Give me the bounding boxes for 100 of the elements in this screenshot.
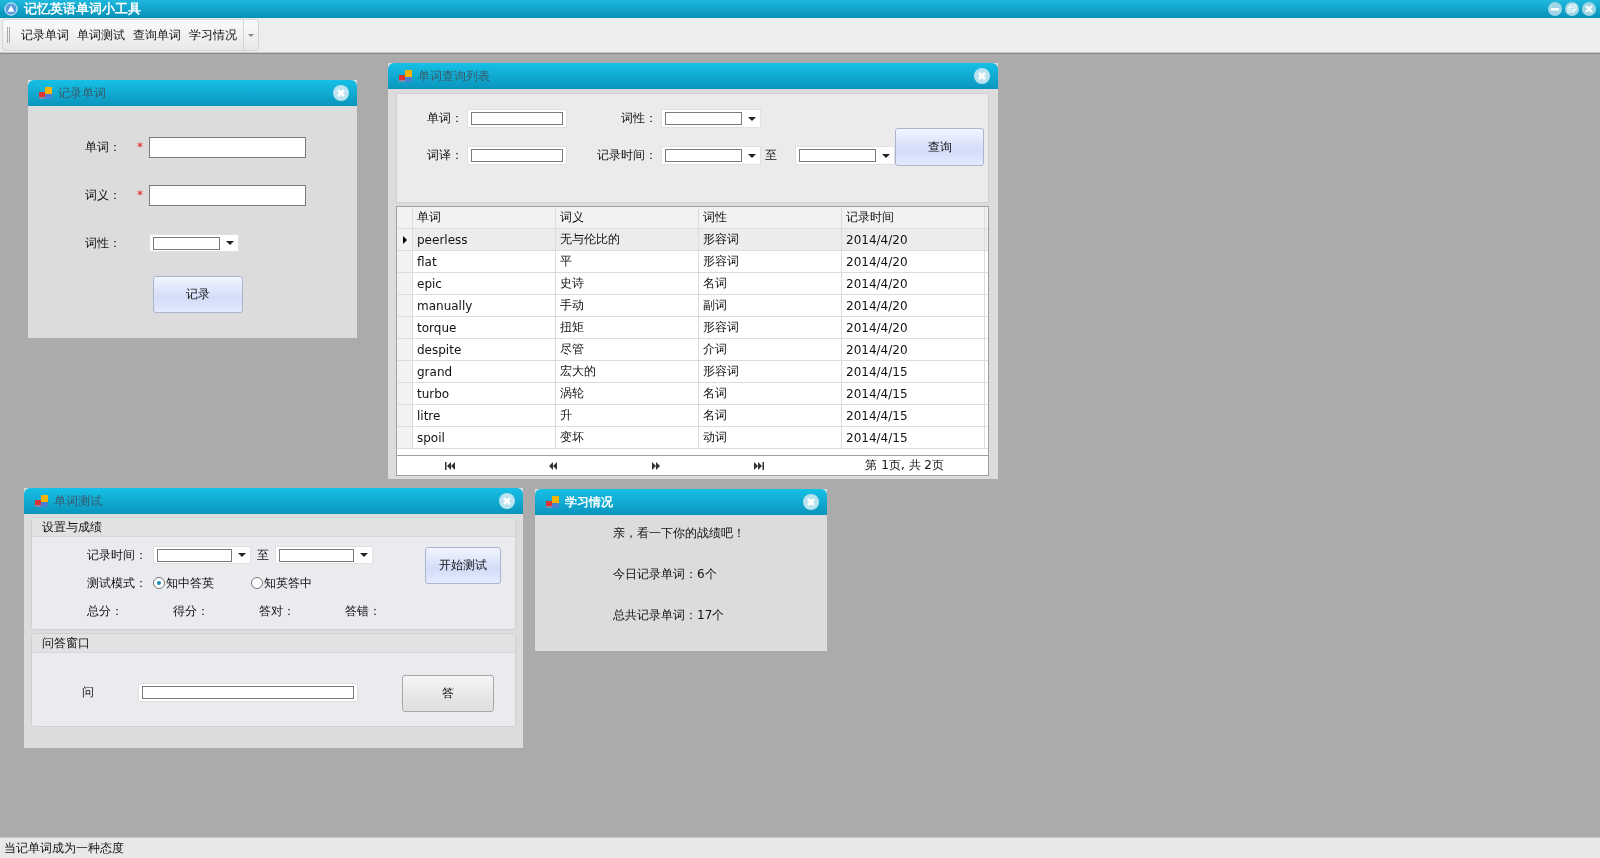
toolbar-item[interactable]: 查询单词 [129,24,185,46]
table-row[interactable]: despite 尽管 介词 2014/4/20 [397,339,988,361]
window-icon [34,493,50,509]
close-icon[interactable] [803,494,819,510]
column-header[interactable]: 词性 [699,207,842,228]
dropdown-caret-icon [360,553,368,557]
field-label: 单词： [426,110,463,127]
input-field[interactable] [149,184,306,206]
date-dropdown[interactable] [661,146,761,165]
table-cell: 宏大的 [556,361,699,382]
table-cell: 升 [556,405,699,426]
group-title: 问答窗口 [42,634,90,652]
search-button[interactable]: 查询 [895,128,984,166]
table-cell: 无与伦比的 [556,229,699,250]
dropdown-caret-icon [882,153,890,158]
group-title: 设置与成绩 [42,518,102,536]
score-label: 得分： [173,602,210,620]
table-cell: 2014/4/20 [842,339,985,360]
date-dropdown[interactable] [153,546,251,564]
table-cell: 动词 [699,427,842,448]
required-marker: * [137,140,143,154]
window-icon [545,494,561,510]
table-row[interactable]: spoil 变坏 动词 2014/4/15 [397,427,988,449]
close-icon[interactable] [1582,2,1596,16]
table-row[interactable]: turbo 涡轮 名词 2014/4/15 [397,383,988,405]
table-cell: 变坏 [556,427,699,448]
table-cell: turbo [413,383,556,404]
score-label: 答对： [259,602,296,620]
restore-icon[interactable] [1565,2,1579,16]
minimize-icon[interactable] [1548,2,1562,16]
table-cell: 名词 [699,383,842,404]
first-page-icon[interactable] [445,461,455,470]
score-label: 总分： [87,602,124,620]
last-page-icon[interactable] [754,461,764,470]
app-logo-icon [4,2,18,16]
table-cell: 2014/4/20 [842,317,985,338]
stats-text: 今日记录单词：6个 [613,568,718,580]
close-icon[interactable] [974,68,990,84]
window-title: 单词测试 [54,492,103,510]
score-label: 答错： [345,602,382,620]
toolbar-item[interactable]: 学习情况 [185,24,241,46]
close-icon[interactable] [499,493,515,509]
table-cell: flat [413,251,556,272]
app-title: 记忆英语单词小工具 [24,0,142,18]
window-title: 学习情况 [565,493,614,511]
toolbar-item[interactable]: 单词测试 [73,24,129,46]
date-dropdown[interactable] [795,146,895,165]
start-test-button[interactable]: 开始测试 [425,547,501,584]
table-cell: 形容词 [699,251,842,272]
column-header[interactable]: 记录时间 [842,207,985,228]
table-cell: peerless [413,229,556,250]
table-row[interactable]: litre 升 名词 2014/4/15 [397,405,988,427]
input-field[interactable] [149,136,306,158]
table-row[interactable]: manually 手动 副词 2014/4/20 [397,295,988,317]
previous-page-icon[interactable] [548,461,558,470]
table-cell: 涡轮 [556,383,699,404]
required-marker: * [137,188,143,202]
dropdown-caret-icon [748,153,756,158]
table-cell: spoil [413,427,556,448]
table-cell: 名词 [699,273,842,294]
close-icon[interactable] [333,85,349,101]
table-cell: 2014/4/20 [842,273,985,294]
column-header[interactable]: 单词 [413,207,556,228]
toolbar-item[interactable]: 记录单词 [17,24,73,46]
field-label: 记录时间： [87,546,147,564]
table-row[interactable]: peerless 无与伦比的 形容词 2014/4/20 [397,229,988,251]
column-header[interactable]: 词义 [556,207,699,228]
table-row[interactable]: torque 扭矩 形容词 2014/4/20 [397,317,988,339]
dropdown-caret-icon [238,553,246,557]
table-cell: manually [413,295,556,316]
page-info: 第 1页, 共 2页 [865,457,944,474]
table-cell: 平 [556,251,699,272]
table-row[interactable]: flat 平 形容词 2014/4/20 [397,251,988,273]
table-cell: epic [413,273,556,294]
answer-field[interactable] [138,683,358,702]
dropdown[interactable] [661,109,761,128]
record-button[interactable]: 记录 [153,276,243,313]
current-row-icon [402,235,407,244]
next-page-icon[interactable] [651,461,661,470]
radio-option[interactable]: 知英答中 [251,574,343,592]
dropdown[interactable] [149,234,239,252]
grip-icon[interactable] [7,27,11,43]
date-dropdown[interactable] [275,546,373,564]
field-label: 记录时间： [596,147,657,164]
table-cell: 名词 [699,405,842,426]
table-cell: 扭矩 [556,317,699,338]
table-cell: litre [413,405,556,426]
table-cell: 形容词 [699,361,842,382]
window-title: 单词查询列表 [418,67,491,85]
table-cell: 副词 [699,295,842,316]
stats-text: 总共记录单词：17个 [613,609,726,621]
status-text: 当记单词成为一种态度 [4,839,124,857]
table-cell: 2014/4/20 [842,251,985,272]
dropdown-caret-icon [748,116,756,121]
radio-option[interactable]: 知中答英 [153,574,245,592]
table-row[interactable]: epic 史诗 名词 2014/4/20 [397,273,988,295]
table-row[interactable]: grand 宏大的 形容词 2014/4/15 [397,361,988,383]
table-cell: 2014/4/20 [842,295,985,316]
table-cell: 2014/4/15 [842,405,985,426]
answer-button[interactable]: 答 [402,675,494,712]
